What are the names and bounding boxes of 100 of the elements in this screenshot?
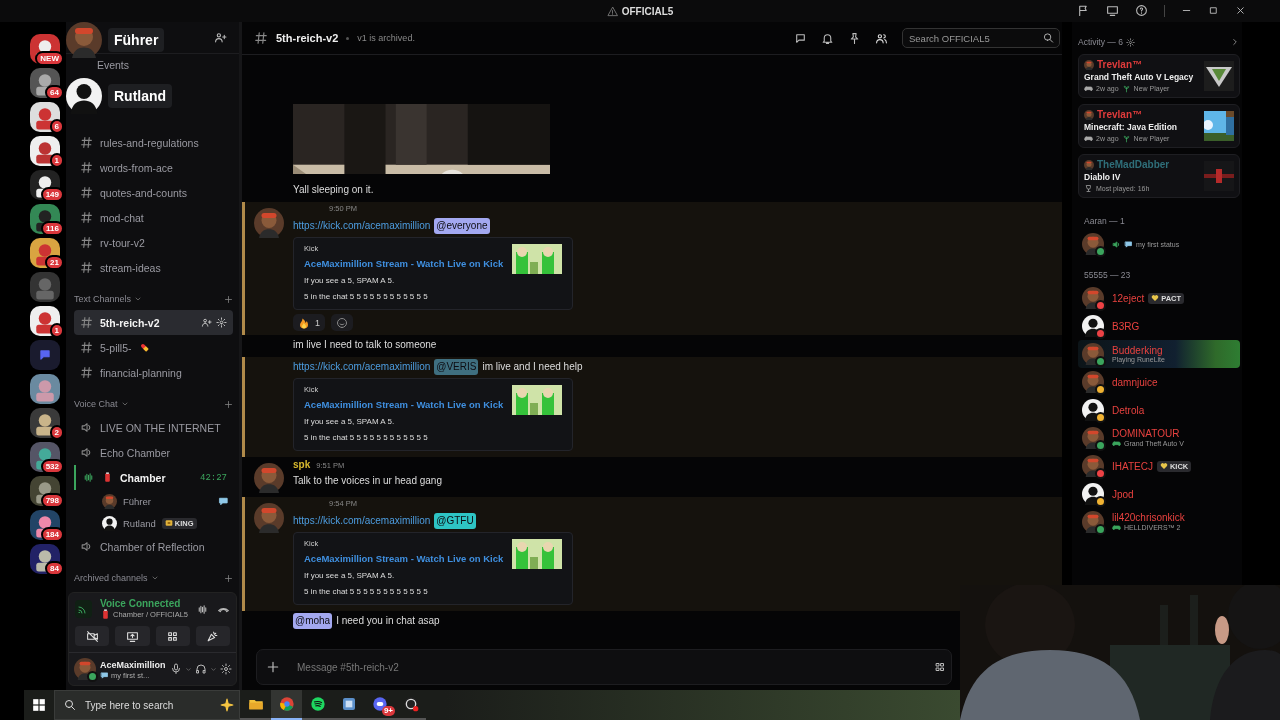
avatar [1082,399,1104,421]
apps-icon[interactable] [934,661,946,673]
app-icon [309,696,326,712]
link[interactable]: https://kick.com/acemaximillion [293,359,431,375]
battery-icon [102,472,113,483]
microphone-icon[interactable] [169,663,182,675]
taskbar-app[interactable]: 9+ [364,690,395,720]
username: AceMaximillion [100,658,166,671]
speaker-icon [80,421,93,434]
server-icon[interactable] [30,374,60,404]
noise-icon[interactable] [196,602,209,616]
server-icon[interactable] [30,408,60,438]
invite-icon[interactable] [201,317,212,328]
add-channel-icon[interactable] [224,573,233,583]
voice-channel[interactable]: Chamber 42:27 [74,465,233,490]
author-name[interactable]: spk [293,459,311,470]
search-field[interactable]: Search OFFICIAL5 [902,28,1060,48]
channel-topic: v1 is archived. [357,33,415,43]
category-header[interactable]: Voice Chat [74,399,118,409]
mention[interactable]: @VERIS [434,359,479,375]
server-icon[interactable] [30,68,60,98]
channel-item[interactable]: rv-tour-v2 [74,230,233,255]
settings-icon[interactable] [1125,37,1135,47]
help-icon[interactable] [1135,4,1148,17]
add-reaction-button[interactable] [331,314,353,331]
voice-channel[interactable]: Echo Chamber [74,440,233,465]
channel-item[interactable]: 5th-reich-v2 [74,310,233,335]
speaker-name: Führer [108,28,165,52]
start-icon[interactable] [32,698,46,712]
member-name: 12eject [1112,292,1145,304]
heart-icon [1159,462,1168,470]
folder-icon[interactable] [30,340,60,370]
channel-item[interactable]: 5-pill5- [74,335,233,360]
taskbar-search-field[interactable]: Type here to search [54,690,240,720]
server-icon[interactable] [30,102,60,132]
server-icon[interactable] [30,136,60,166]
group-header: 55555 — 23 [1084,270,1132,280]
add-channel-icon[interactable] [224,399,233,409]
activities-button[interactable] [155,626,190,646]
link[interactable]: https://kick.com/acemaximillion [293,513,431,529]
unread-badge: 184 [40,527,64,542]
server-icon[interactable] [30,306,60,336]
heart-icon [1151,294,1160,302]
mention[interactable]: @everyone [434,218,490,234]
soundboard-button[interactable] [195,626,230,646]
screen-share-button[interactable] [115,626,150,646]
hash-icon [80,236,93,249]
voice-channel[interactable]: Chamber of Reflection [74,534,233,559]
embed-description: If you see a 5, SPAM A 5. [304,276,396,285]
maximize-icon[interactable] [1208,5,1219,16]
game-title: Minecraft: Java Edition [1084,122,1179,132]
message-text: Talk to the voices in ur head gang [293,474,442,488]
channel-item[interactable]: quotes-and-counts [74,180,233,205]
category-header[interactable]: Text Channels [74,294,132,304]
channel-item[interactable]: rules-and-regulations [74,130,233,155]
camera-off-button[interactable] [75,626,110,646]
pin-icon[interactable] [848,31,861,45]
reaction[interactable]: 1 [293,314,325,331]
channel-item[interactable]: words-from-ace [74,155,233,180]
bell-icon[interactable] [821,31,834,45]
events-item[interactable]: Events [92,58,133,74]
embed-title[interactable]: AceMaximillion Stream - Watch Live on Kick [304,553,504,564]
avatar [1084,59,1094,70]
headphones-icon[interactable] [194,663,207,675]
mention[interactable]: @GTFU [434,513,476,529]
avatar [1082,483,1104,505]
inbox-icon[interactable] [1077,4,1090,17]
chevron-right-icon[interactable] [1230,37,1240,47]
chevron-down-icon [134,295,143,303]
embed-title[interactable]: AceMaximillion Stream - Watch Live on Kick [304,258,504,269]
category-header[interactable]: Archived channels [74,573,148,583]
channel-item[interactable]: stream-ideas [74,255,233,280]
voice-activity-icon [82,471,95,484]
speaker-name: Rutland [108,84,173,108]
hash-icon [80,366,93,379]
members-icon[interactable] [875,31,888,45]
plus-icon[interactable] [266,660,280,674]
threads-icon[interactable] [794,31,807,45]
server-icon[interactable] [30,544,60,574]
app-icon [278,696,295,712]
unread-badge: 798 [40,493,64,508]
settings-icon[interactable] [219,663,232,675]
user-name: Trevlan™ [1097,109,1143,120]
sprout-icon [1121,84,1131,93]
invite-icon[interactable] [214,31,227,44]
close-icon[interactable] [1235,5,1246,16]
channel-item[interactable]: mod-chat [74,205,233,230]
message-field[interactable]: Message #5th-reich-v2 [256,649,952,685]
add-channel-icon[interactable] [224,294,233,304]
voice-channel[interactable]: LIVE ON THE INTERNET [74,415,233,440]
channel-item[interactable]: financial-planning [74,360,233,385]
settings-icon[interactable] [216,317,227,328]
screen-icon[interactable] [1106,4,1119,17]
voice-user-name: Rutland [123,517,156,529]
mention[interactable]: @moha [293,613,333,629]
taskbar-app[interactable] [271,690,302,720]
member-name: B3RG [1112,320,1140,332]
app-icon [402,696,419,712]
link[interactable]: https://kick.com/acemaximillion [293,218,431,234]
embed-title[interactable]: AceMaximillion Stream - Watch Live on Kick [304,399,504,410]
